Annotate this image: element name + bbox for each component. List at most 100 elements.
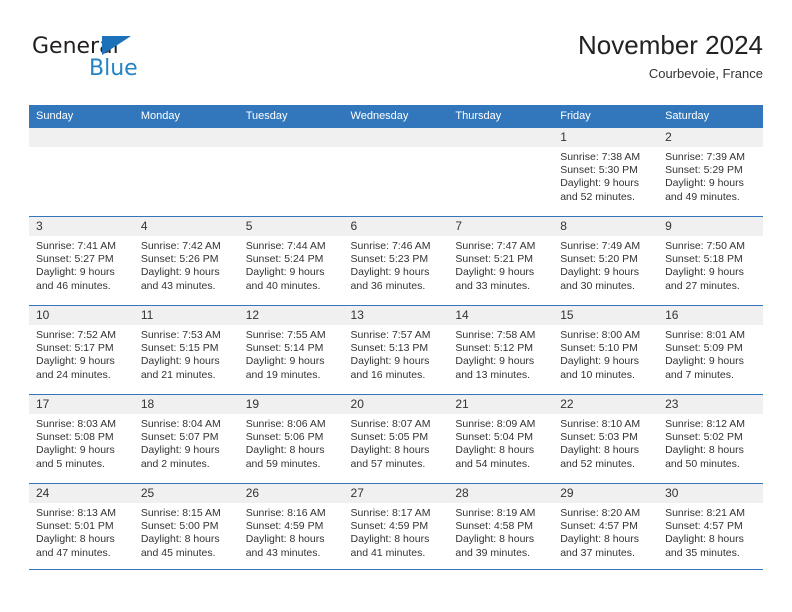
day-info: Sunrise: 8:00 AM Sunset: 5:10 PM Dayligh… (553, 325, 658, 382)
calendar-day-cell[interactable]: 20 Sunrise: 8:07 AM Sunset: 5:05 PM Dayl… (343, 394, 449, 484)
sunset-text: Sunset: 5:17 PM (36, 342, 114, 355)
day-number: 23 (658, 395, 763, 414)
calendar-week-row: 3 Sunrise: 7:41 AM Sunset: 5:27 PM Dayli… (29, 216, 763, 306)
day-number: 22 (553, 395, 659, 414)
calendar-day-cell[interactable]: 6 Sunrise: 7:46 AM Sunset: 5:23 PM Dayli… (343, 216, 449, 306)
calendar-day-cell[interactable]: 22 Sunrise: 8:10 AM Sunset: 5:03 PM Dayl… (553, 394, 659, 484)
day-info: Sunrise: 7:57 AM Sunset: 5:13 PM Dayligh… (344, 325, 449, 382)
calendar-day-cell[interactable]: 10 Sunrise: 7:52 AM Sunset: 5:17 PM Dayl… (29, 305, 134, 395)
daylight-text-line1: Daylight: 9 hours (36, 266, 115, 279)
sunset-text: Sunset: 5:00 PM (140, 520, 219, 533)
calendar-day-cell[interactable]: 25 Sunrise: 8:15 AM Sunset: 5:00 PM Dayl… (133, 483, 239, 573)
daylight-text-line2: and 47 minutes. (36, 546, 111, 559)
calendar-day-cell[interactable]: 18 Sunrise: 8:04 AM Sunset: 5:07 PM Dayl… (133, 394, 239, 484)
calendar-day-cell[interactable] (133, 127, 239, 217)
weekday-header-friday: Friday (553, 105, 659, 128)
sunset-text: Sunset: 5:20 PM (560, 253, 638, 266)
day-number: 2 (658, 128, 763, 147)
daylight-text-line2: and 43 minutes. (245, 546, 321, 559)
calendar-day-cell[interactable]: 14 Sunrise: 7:58 AM Sunset: 5:12 PM Dayl… (448, 305, 554, 395)
calendar-day-cell[interactable]: 1 Sunrise: 7:38 AM Sunset: 5:30 PM Dayli… (553, 127, 659, 217)
daylight-text-line1: Daylight: 9 hours (560, 355, 640, 368)
calendar-day-cell[interactable]: 5 Sunrise: 7:44 AM Sunset: 5:24 PM Dayli… (238, 216, 344, 306)
daylight-text-line1: Daylight: 9 hours (665, 355, 744, 368)
sunrise-text: Sunrise: 7:58 AM (455, 329, 536, 341)
daylight-text-line1: Daylight: 8 hours (560, 533, 640, 546)
calendar-page: General Blue November 2024 Courbevoie, F… (0, 0, 792, 612)
calendar-day-cell[interactable] (343, 127, 449, 217)
sunrise-text: Sunrise: 8:00 AM (560, 329, 641, 341)
logo-text-blue: Blue (89, 56, 138, 81)
calendar-day-cell[interactable]: 29 Sunrise: 8:20 AM Sunset: 4:57 PM Dayl… (553, 483, 659, 573)
calendar-day-cell[interactable]: 24 Sunrise: 8:13 AM Sunset: 5:01 PM Dayl… (29, 483, 134, 573)
calendar-day-cell[interactable]: 30 Sunrise: 8:21 AM Sunset: 4:57 PM Dayl… (658, 483, 763, 573)
day-number (448, 128, 554, 147)
daylight-text-line2: and 46 minutes. (36, 279, 111, 292)
daylight-text-line1: Daylight: 9 hours (455, 266, 535, 279)
daylight-text-line2: and 10 minutes. (560, 368, 635, 381)
sunset-text: Sunset: 5:18 PM (665, 253, 743, 266)
calendar-day-cell[interactable] (448, 127, 554, 217)
calendar-bottom-rule (29, 569, 763, 570)
calendar-day-cell[interactable]: 21 Sunrise: 8:09 AM Sunset: 5:04 PM Dayl… (448, 394, 554, 484)
daylight-text-line1: Daylight: 9 hours (350, 266, 430, 279)
daylight-text-line1: Daylight: 8 hours (245, 444, 325, 457)
calendar-day-cell[interactable]: 4 Sunrise: 7:42 AM Sunset: 5:26 PM Dayli… (133, 216, 239, 306)
daylight-text-line2: and 33 minutes. (455, 279, 531, 292)
day-number: 30 (658, 484, 763, 503)
sunset-text: Sunset: 5:13 PM (350, 342, 429, 355)
daylight-text-line2: and 52 minutes. (560, 457, 635, 470)
calendar-day-cell[interactable]: 3 Sunrise: 7:41 AM Sunset: 5:27 PM Dayli… (29, 216, 134, 306)
day-info: Sunrise: 8:01 AM Sunset: 5:09 PM Dayligh… (658, 325, 763, 382)
sunrise-text: Sunrise: 7:46 AM (350, 240, 431, 252)
sunset-text: Sunset: 4:57 PM (560, 520, 638, 533)
calendar-week-row: 24 Sunrise: 8:13 AM Sunset: 5:01 PM Dayl… (29, 483, 763, 573)
sunset-text: Sunset: 5:29 PM (665, 164, 743, 177)
calendar-day-cell[interactable]: 28 Sunrise: 8:19 AM Sunset: 4:58 PM Dayl… (448, 483, 554, 573)
calendar-day-cell[interactable]: 16 Sunrise: 8:01 AM Sunset: 5:09 PM Dayl… (658, 305, 763, 395)
calendar-day-cell[interactable]: 13 Sunrise: 7:57 AM Sunset: 5:13 PM Dayl… (343, 305, 449, 395)
sunrise-text: Sunrise: 8:04 AM (140, 418, 221, 430)
sunrise-text: Sunrise: 8:07 AM (350, 418, 431, 430)
day-info: Sunrise: 7:41 AM Sunset: 5:27 PM Dayligh… (29, 236, 134, 293)
daylight-text-line1: Daylight: 9 hours (245, 266, 325, 279)
calendar-day-cell[interactable]: 2 Sunrise: 7:39 AM Sunset: 5:29 PM Dayli… (658, 127, 763, 217)
calendar-day-cell[interactable]: 12 Sunrise: 7:55 AM Sunset: 5:14 PM Dayl… (238, 305, 344, 395)
calendar-day-cell[interactable]: 26 Sunrise: 8:16 AM Sunset: 4:59 PM Dayl… (238, 483, 344, 573)
day-number: 17 (29, 395, 134, 414)
calendar-day-cell[interactable] (238, 127, 344, 217)
daylight-text-line2: and 24 minutes. (36, 368, 111, 381)
day-info: Sunrise: 8:06 AM Sunset: 5:06 PM Dayligh… (239, 414, 344, 471)
sunrise-text: Sunrise: 7:53 AM (140, 329, 221, 341)
weekday-header-sunday: Sunday (29, 105, 134, 128)
calendar-day-cell[interactable] (29, 127, 134, 217)
day-number: 11 (133, 306, 239, 325)
sunset-text: Sunset: 5:03 PM (560, 431, 638, 444)
calendar-day-cell[interactable]: 23 Sunrise: 8:12 AM Sunset: 5:02 PM Dayl… (658, 394, 763, 484)
daylight-text-line1: Daylight: 9 hours (140, 355, 220, 368)
sunset-text: Sunset: 5:21 PM (455, 253, 534, 266)
calendar-day-cell[interactable]: 7 Sunrise: 7:47 AM Sunset: 5:21 PM Dayli… (448, 216, 554, 306)
day-number: 25 (133, 484, 239, 503)
calendar-day-cell[interactable]: 27 Sunrise: 8:17 AM Sunset: 4:59 PM Dayl… (343, 483, 449, 573)
calendar-day-cell[interactable]: 17 Sunrise: 8:03 AM Sunset: 5:08 PM Dayl… (29, 394, 134, 484)
daylight-text-line1: Daylight: 9 hours (36, 355, 115, 368)
daylight-text-line1: Daylight: 8 hours (455, 444, 535, 457)
day-info: Sunrise: 7:49 AM Sunset: 5:20 PM Dayligh… (553, 236, 658, 293)
sunset-text: Sunset: 5:08 PM (36, 431, 114, 444)
calendar-day-cell[interactable]: 15 Sunrise: 8:00 AM Sunset: 5:10 PM Dayl… (553, 305, 659, 395)
sunset-text: Sunset: 5:02 PM (665, 431, 743, 444)
calendar-day-cell[interactable]: 19 Sunrise: 8:06 AM Sunset: 5:06 PM Dayl… (238, 394, 344, 484)
general-blue-logo[interactable]: General Blue (29, 34, 209, 90)
sunrise-text: Sunrise: 7:57 AM (350, 329, 431, 341)
day-info: Sunrise: 7:42 AM Sunset: 5:26 PM Dayligh… (134, 236, 239, 293)
sunset-text: Sunset: 5:27 PM (36, 253, 114, 266)
sunset-text: Sunset: 5:05 PM (350, 431, 429, 444)
sunrise-text: Sunrise: 8:13 AM (36, 507, 116, 519)
day-number: 27 (343, 484, 449, 503)
sunrise-text: Sunrise: 8:17 AM (350, 507, 431, 519)
calendar-day-cell[interactable]: 11 Sunrise: 7:53 AM Sunset: 5:15 PM Dayl… (133, 305, 239, 395)
daylight-text-line1: Daylight: 8 hours (455, 533, 535, 546)
calendar-day-cell[interactable]: 8 Sunrise: 7:49 AM Sunset: 5:20 PM Dayli… (553, 216, 659, 306)
calendar-day-cell[interactable]: 9 Sunrise: 7:50 AM Sunset: 5:18 PM Dayli… (658, 216, 763, 306)
